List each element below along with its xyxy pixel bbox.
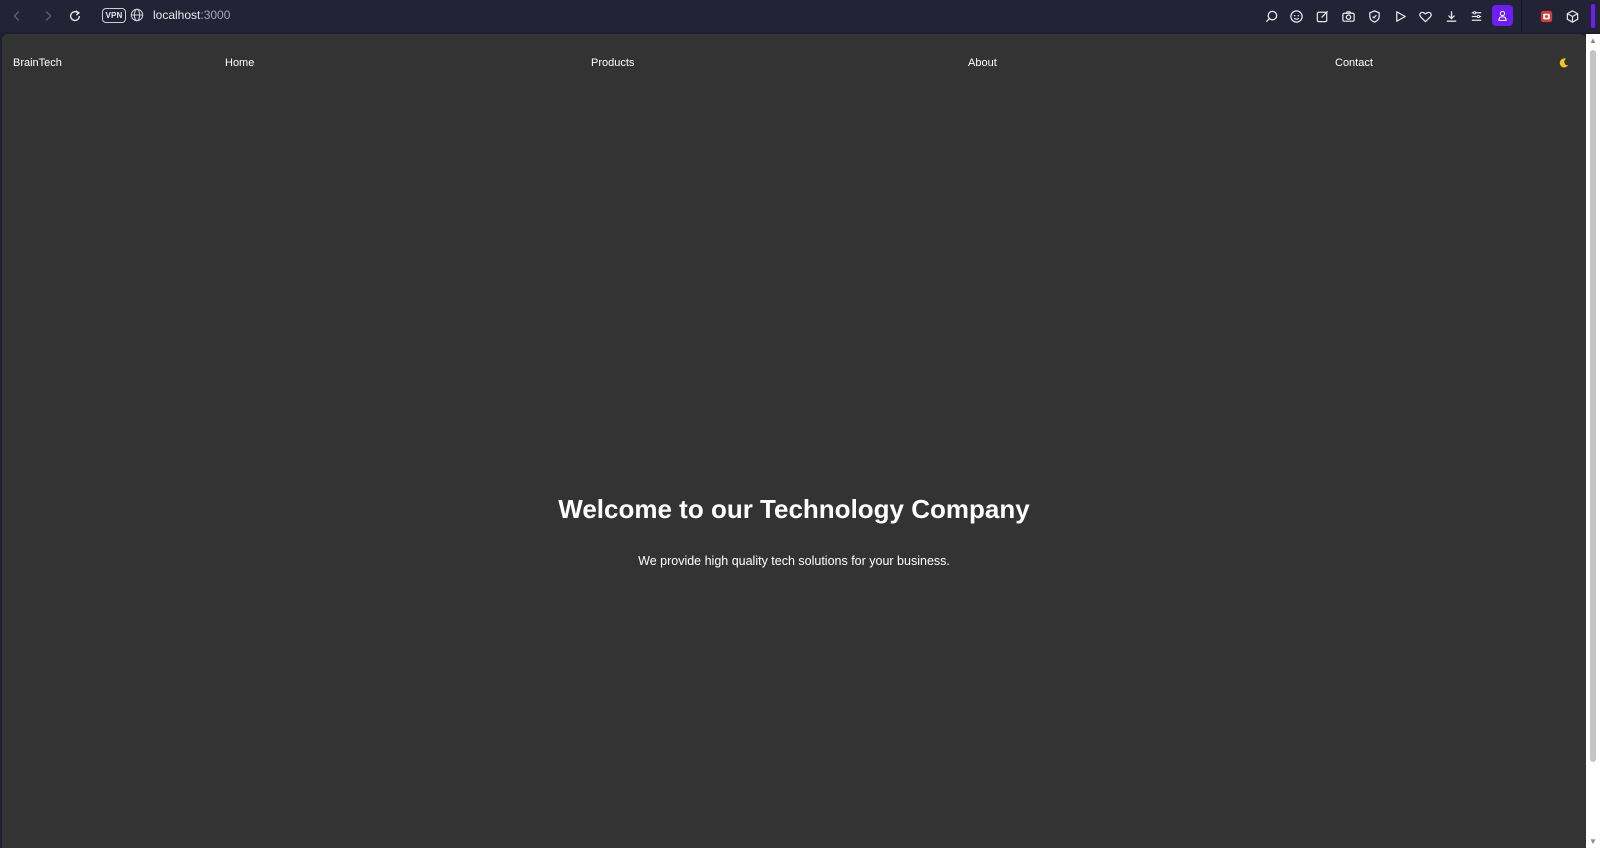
reload-icon	[69, 10, 81, 22]
shield-icon[interactable]	[1364, 6, 1384, 26]
profile-icon[interactable]	[1492, 5, 1513, 26]
url-host: localhost	[153, 8, 201, 22]
vpn-badge[interactable]: VPN	[102, 8, 126, 23]
extension-icon[interactable]	[1536, 6, 1556, 26]
reload-button[interactable]	[65, 6, 85, 26]
cube-icon[interactable]	[1562, 6, 1582, 26]
search-icon[interactable]	[1261, 6, 1281, 26]
hero-title: Welcome to our Technology Company	[558, 494, 1030, 524]
scroll-up-icon[interactable]: ▲	[1589, 36, 1597, 45]
page-viewport: BrainTech Home Products About Contact We…	[2, 34, 1586, 848]
chevron-right-icon	[45, 11, 52, 21]
site-logo[interactable]: BrainTech	[13, 57, 62, 69]
nav-link-about[interactable]: About	[968, 57, 997, 69]
back-button[interactable]	[7, 6, 27, 26]
scroll-thumb[interactable]	[1590, 50, 1596, 762]
nav-link-products[interactable]: Products	[591, 57, 634, 69]
chevron-left-icon	[13, 11, 20, 21]
emoji-icon[interactable]	[1286, 6, 1306, 26]
moon-icon[interactable]	[1558, 57, 1570, 69]
globe-icon	[130, 8, 144, 22]
scroll-down-icon[interactable]: ▼	[1589, 837, 1597, 846]
nav-link-home[interactable]: Home	[225, 57, 254, 69]
hero-subtitle: We provide high quality tech solutions f…	[638, 554, 950, 568]
site-navbar: BrainTech Home Products About Contact	[2, 34, 1586, 94]
send-icon[interactable]	[1390, 6, 1410, 26]
address-bar[interactable]: localhost:3000	[153, 8, 230, 22]
url-port: :3000	[200, 8, 231, 22]
heart-icon[interactable]	[1415, 6, 1435, 26]
nav-link-contact[interactable]: Contact	[1335, 57, 1373, 69]
browser-toolbar: VPN localhost:3000	[0, 0, 1600, 32]
sidebar-edge	[1591, 4, 1595, 28]
toolbar-divider	[1521, 0, 1522, 32]
edit-icon[interactable]	[1312, 6, 1332, 26]
download-icon[interactable]	[1441, 6, 1461, 26]
forward-button[interactable]	[38, 6, 58, 26]
page-scrollbar[interactable]: ▲ ▼	[1586, 34, 1600, 848]
menu-icon[interactable]	[1466, 6, 1486, 26]
camera-icon[interactable]	[1338, 6, 1358, 26]
